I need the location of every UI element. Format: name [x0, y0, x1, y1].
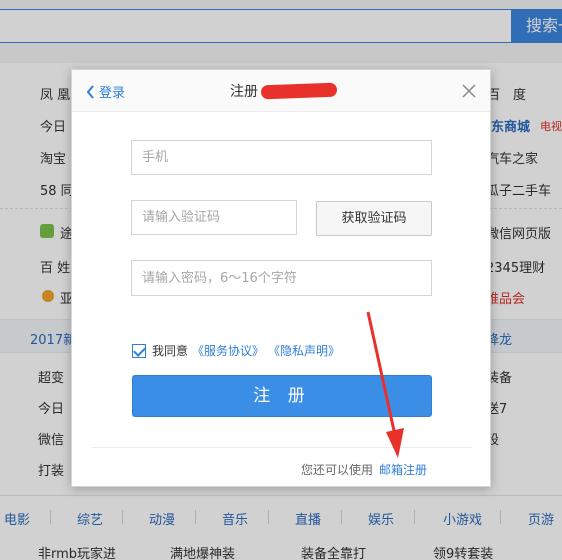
- annotation-arrow-icon: [366, 311, 404, 458]
